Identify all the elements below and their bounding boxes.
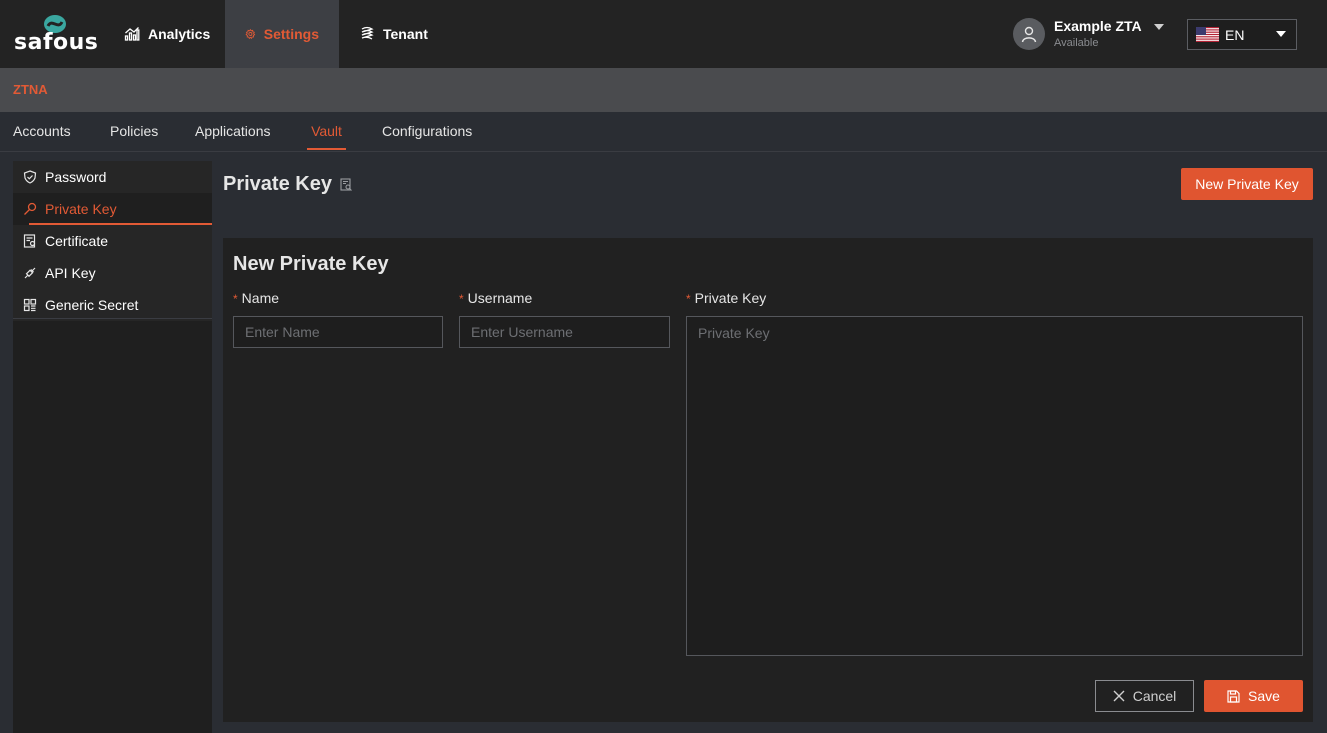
nav-analytics-label: Analytics [148,26,211,42]
tab-applications[interactable]: Applications [195,123,271,148]
private-key-label: * Private Key [686,290,766,306]
certificate-icon [23,234,36,248]
safous-logo[interactable]: safous [14,14,99,56]
user-status: Available [1054,37,1099,49]
key-icon [24,202,37,215]
required-marker: * [459,292,464,306]
sidebar-divider [13,318,212,319]
user-icon [1021,26,1037,43]
page-title: Private Key [223,173,353,196]
nav-settings-label: Settings [263,26,319,42]
cancel-button[interactable]: Cancel [1095,680,1194,712]
save-button[interactable]: Save [1204,680,1303,712]
shield-icon [23,170,37,184]
name-label-text: Name [241,290,280,306]
avatar [1013,18,1045,50]
new-private-key-button[interactable]: New Private Key [1181,168,1313,200]
top-bar: safous Analytics Settings Tenant Example… [0,0,1327,68]
user-menu[interactable]: Example ZTA Available [1013,16,1164,52]
sidebar-item-label: API Key [45,265,96,281]
sidebar-item-label: Private Key [45,201,117,217]
sidebar-item-generic-secret[interactable]: Generic Secret [13,289,212,321]
username-input[interactable] [459,316,670,348]
form-title: New Private Key [233,253,389,275]
caret-down-icon [1276,31,1286,37]
close-icon [1113,690,1125,702]
required-marker: * [686,292,691,306]
required-marker: * [233,292,238,306]
language-label: EN [1225,26,1245,43]
nav-analytics[interactable]: Analytics [104,0,230,68]
api-key-icon [24,267,36,279]
name-input[interactable] [233,316,443,348]
vault-sidebar: Password Private Key Certificate API Key [13,161,212,733]
sidebar-item-label: Generic Secret [45,297,139,313]
save-icon [1227,689,1240,703]
gear-icon [245,28,256,40]
section-header: ZTNA [0,68,1327,112]
section-title: ZTNA [13,82,48,97]
new-private-key-form: New Private Key *Name *Username *Private… [223,238,1313,722]
sidebar-item-password[interactable]: Password [13,161,212,193]
logo-text: safous [14,30,99,55]
private-key-label-text: Private Key [694,290,767,306]
sidebar-item-api-key[interactable]: API Key [13,257,212,289]
name-label: * Name [233,290,279,306]
sidebar-item-label: Password [45,169,107,185]
user-info: Example ZTA Available [1054,17,1142,51]
us-flag-icon [1196,27,1219,42]
tab-policies[interactable]: Policies [110,123,158,148]
tenant-icon [361,26,374,40]
caret-down-icon [1153,24,1164,30]
sidebar-item-private-key[interactable]: Private Key [13,193,212,225]
nav-settings[interactable]: Settings [225,0,339,68]
bar-chart-icon [124,27,140,41]
user-name: Example ZTA [1054,18,1142,34]
grid-icon [23,298,37,312]
tab-vault[interactable]: Vault [307,123,346,150]
sidebar-item-label: Certificate [45,233,109,249]
username-label-text: Username [467,290,533,306]
document-search-icon[interactable] [340,177,353,192]
tab-bar: Accounts Policies Applications Vault Con… [0,112,1327,152]
tab-accounts[interactable]: Accounts [13,123,71,148]
tab-configurations[interactable]: Configurations [382,123,472,148]
private-key-textarea[interactable] [686,316,1303,656]
nav-tenant-label: Tenant [383,26,428,42]
page-title-text: Private Key [223,173,332,195]
sidebar-item-certificate[interactable]: Certificate [13,225,212,257]
username-label: * Username [459,290,532,306]
language-select[interactable]: EN [1187,19,1297,50]
cancel-label: Cancel [1132,688,1177,704]
nav-tenant[interactable]: Tenant [339,0,448,68]
save-label: Save [1248,688,1280,704]
